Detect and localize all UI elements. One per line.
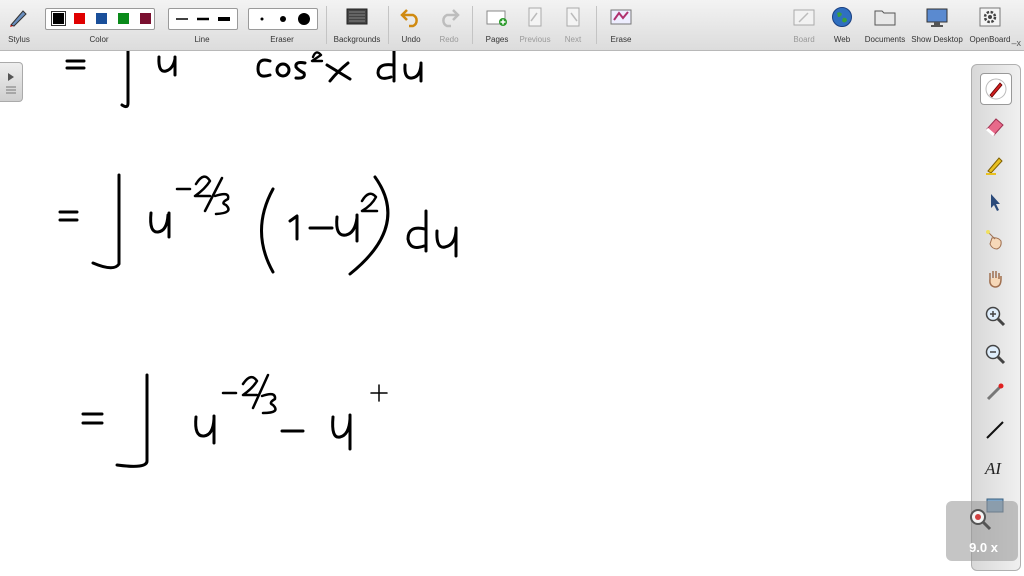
integral-sign (115, 373, 149, 468)
interact-tool[interactable] (980, 225, 1010, 255)
zoom-level-label: 9.0 x (969, 540, 998, 555)
hand-tool[interactable] (980, 263, 1010, 293)
variable-x (325, 61, 352, 83)
stylus-button[interactable]: Stylus (0, 0, 38, 50)
equation-line-2 (58, 173, 458, 276)
integral-sign (120, 51, 130, 109)
backgrounds-icon (346, 8, 368, 25)
eraser-size-selector (248, 8, 318, 30)
equals-sign (65, 59, 86, 70)
globe-icon (832, 7, 852, 27)
svg-text:AI: AI (984, 459, 1002, 478)
color-swatch-blue[interactable] (96, 13, 107, 24)
eraser-icon (986, 118, 1004, 137)
next-page-button[interactable]: Next (556, 0, 590, 50)
previous-page-icon (528, 7, 542, 27)
show-desktop-button[interactable]: Show Desktop (910, 0, 964, 50)
web-button[interactable]: Web (824, 0, 860, 50)
erase-button[interactable]: Erase (602, 0, 640, 50)
board-button[interactable]: Board (786, 0, 822, 50)
line-icon (986, 421, 1004, 439)
selector-tool[interactable] (980, 187, 1010, 217)
toolbar-divider (388, 6, 389, 44)
redo-button[interactable]: Redo (432, 0, 466, 50)
exponent-2 (310, 51, 324, 63)
backgrounds-button[interactable]: Backgrounds (330, 0, 384, 50)
pen-icon (985, 78, 1007, 100)
equals-sign (58, 210, 79, 222)
exponent-2 (360, 192, 379, 213)
toolbar-divider (472, 6, 473, 44)
equals-sign (81, 412, 104, 425)
arrow-pointer-icon (991, 194, 1000, 211)
color-group: Color (42, 0, 156, 50)
next-page-icon (566, 7, 580, 27)
equation-line-3 (81, 373, 388, 468)
zoom-out-tool[interactable] (980, 339, 1010, 369)
eraser-large-option[interactable] (298, 13, 310, 25)
laser-pointer-icon (986, 383, 1004, 401)
color-swatch-green[interactable] (118, 13, 129, 24)
exponent-2-over-3 (241, 375, 259, 397)
toolbar-divider (596, 6, 597, 44)
previous-page-button[interactable]: Previous (516, 0, 554, 50)
undo-button[interactable]: Undo (394, 0, 428, 50)
digit-1 (288, 214, 299, 241)
handwritten-du (376, 51, 396, 83)
highlighter-icon (986, 157, 1003, 175)
exponent-2-over-3 (193, 175, 212, 198)
pointing-hand-icon (986, 230, 1002, 250)
hand-icon (989, 271, 1002, 288)
whiteboard-canvas[interactable] (0, 51, 1024, 576)
eraser-group: Eraser (246, 0, 318, 50)
pen-tool[interactable] (980, 73, 1012, 105)
variable-u (194, 414, 216, 445)
cursor-crosshair (370, 384, 388, 402)
variable-u (331, 413, 352, 451)
color-selector (45, 8, 155, 30)
integral-sign (91, 173, 121, 270)
toolbar-divider (326, 6, 327, 44)
folder-icon (874, 10, 896, 26)
undo-icon (400, 9, 418, 28)
redo-icon (442, 9, 460, 28)
color-swatch-black[interactable] (51, 11, 66, 26)
highlighter-tool[interactable] (980, 149, 1010, 179)
board-icon (793, 9, 815, 26)
open-paren (260, 187, 275, 274)
tool-palette: AI (971, 64, 1021, 571)
gear-icon (979, 7, 1001, 27)
zoom-magnifier-icon (970, 509, 992, 531)
variable-u (335, 213, 359, 243)
line-tool[interactable] (980, 415, 1010, 445)
line-group: Line (166, 0, 238, 50)
openboard-menu-button[interactable]: OpenBoard (966, 0, 1014, 50)
zoom-in-icon (985, 306, 1006, 327)
main-toolbar: Stylus Color Line Eraser Backgrounds Und… (0, 0, 1024, 51)
variable-u (157, 55, 177, 77)
close-window-button[interactable]: –x (1011, 38, 1021, 48)
laser-pointer-tool[interactable] (980, 377, 1010, 407)
handwritten-cos (256, 58, 272, 78)
equation-line-1 (65, 51, 423, 109)
eraser-small-option[interactable] (260, 17, 264, 21)
zoom-out-icon (985, 344, 1006, 365)
zoom-in-tool[interactable] (980, 301, 1010, 331)
handwritten-du (406, 209, 428, 253)
color-swatch-red[interactable] (74, 13, 85, 24)
eraser-medium-option[interactable] (280, 16, 286, 22)
monitor-icon (926, 8, 948, 27)
add-page-icon (486, 10, 507, 26)
text-tool[interactable]: AI (980, 453, 1010, 483)
pages-button[interactable]: Pages (478, 0, 516, 50)
zoom-indicator: 9.0 x (946, 501, 1018, 561)
eraser-tool[interactable] (980, 111, 1010, 141)
color-swatch-maroon[interactable] (140, 13, 151, 24)
variable-u (149, 211, 171, 239)
documents-button[interactable]: Documents (862, 0, 908, 50)
line-width-selector (168, 8, 238, 30)
text-icon: AI (984, 459, 1002, 478)
erase-board-icon (610, 9, 632, 25)
stylus-icon (10, 10, 27, 27)
